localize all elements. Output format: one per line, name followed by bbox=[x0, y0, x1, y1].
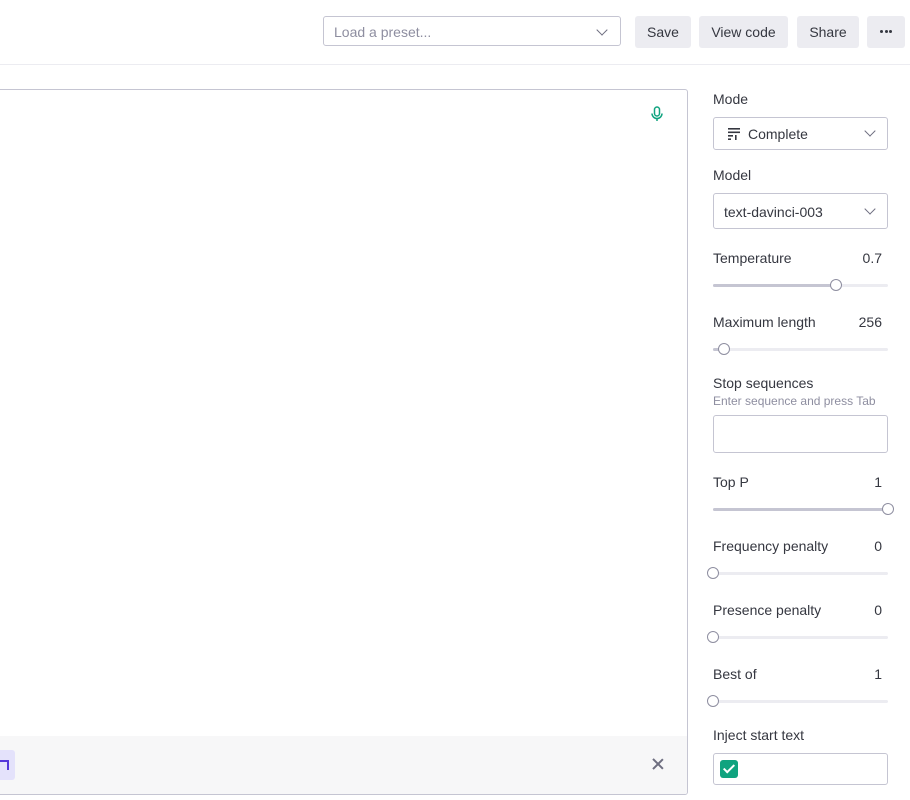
max-length-slider[interactable] bbox=[713, 343, 888, 355]
chevron-down-icon bbox=[596, 24, 608, 36]
mode-select[interactable]: Complete bbox=[713, 117, 888, 150]
top-p-value: 1 bbox=[874, 474, 882, 490]
inject-start-text-checkbox[interactable] bbox=[720, 760, 738, 778]
prompt-editor[interactable] bbox=[0, 89, 688, 795]
frequency-penalty-value: 0 bbox=[874, 538, 882, 554]
presence-penalty-slider-thumb[interactable] bbox=[707, 631, 719, 643]
lines-icon bbox=[728, 128, 740, 140]
best-of-slider[interactable] bbox=[707, 695, 888, 707]
temperature-value: 0.7 bbox=[862, 250, 882, 266]
frequency-penalty-label: Frequency penalty bbox=[713, 538, 829, 554]
top-p-label: Top P bbox=[713, 474, 749, 490]
best-of-slider-thumb[interactable] bbox=[707, 695, 719, 707]
editor-footer bbox=[0, 736, 687, 794]
top-p-slider-thumb[interactable] bbox=[882, 503, 894, 515]
presence-penalty-slider[interactable] bbox=[707, 631, 888, 643]
presence-penalty-value: 0 bbox=[874, 602, 882, 618]
temperature-slider-fill bbox=[713, 284, 836, 287]
max-length-label: Maximum length bbox=[713, 314, 816, 330]
chevron-down-icon bbox=[864, 125, 876, 137]
chevron-down-icon bbox=[864, 203, 876, 215]
model-select[interactable]: text-davinci-003 bbox=[713, 193, 888, 229]
mode-label: Mode bbox=[713, 91, 749, 107]
preset-select[interactable]: Load a preset... bbox=[323, 16, 621, 46]
max-length-slider-thumb[interactable] bbox=[717, 343, 730, 355]
top-p-slider-fill bbox=[713, 508, 888, 511]
frequency-penalty-slider[interactable] bbox=[707, 567, 888, 579]
best-of-value: 1 bbox=[874, 666, 882, 682]
stop-sequences-input[interactable] bbox=[713, 415, 888, 453]
close-icon[interactable] bbox=[651, 757, 665, 771]
presence-penalty-label: Presence penalty bbox=[713, 602, 822, 618]
inject-start-text-field[interactable] bbox=[713, 753, 888, 785]
temperature-label: Temperature bbox=[713, 250, 792, 266]
max-length-value: 256 bbox=[858, 314, 882, 330]
best-of-label: Best of bbox=[713, 666, 757, 682]
save-button[interactable]: Save bbox=[635, 16, 691, 48]
inject-start-text-label: Inject start text bbox=[713, 727, 805, 743]
settings-panel: Mode Complete Model text-davinci-003 Tem… bbox=[707, 0, 894, 800]
stop-sequences-label: Stop sequences bbox=[713, 375, 814, 391]
temperature-slider[interactable] bbox=[713, 279, 888, 291]
mode-value: Complete bbox=[748, 126, 808, 142]
preset-placeholder: Load a preset... bbox=[334, 24, 432, 40]
stop-sequences-hint: Enter sequence and press Tab bbox=[713, 394, 876, 408]
model-label: Model bbox=[713, 167, 752, 183]
microphone-icon[interactable] bbox=[650, 106, 664, 122]
model-value: text-davinci-003 bbox=[724, 204, 823, 220]
temperature-slider-thumb[interactable] bbox=[829, 279, 842, 291]
frequency-penalty-slider-thumb[interactable] bbox=[707, 567, 719, 579]
external-link-icon[interactable] bbox=[0, 750, 15, 780]
top-p-slider[interactable] bbox=[713, 503, 894, 515]
